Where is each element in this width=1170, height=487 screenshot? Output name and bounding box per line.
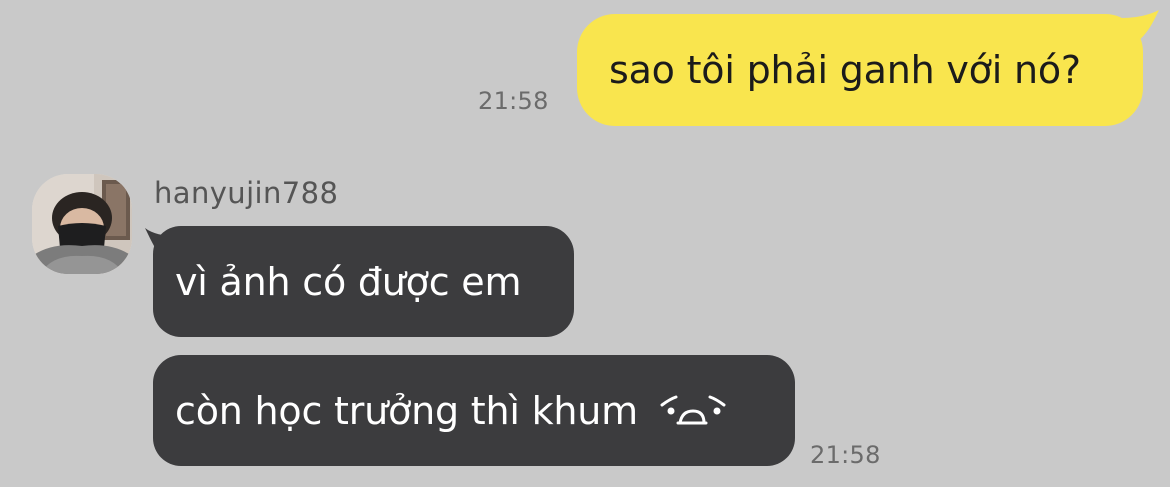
incoming-message-text-1: vì ảnh có được em [175, 259, 522, 304]
profile-photo-icon [32, 174, 132, 274]
outgoing-message-text: sao tôi phải ganh với nó? [609, 48, 1081, 92]
sender-name[interactable]: hanyujin788 [154, 176, 338, 210]
incoming-message-time: 21:58 [810, 441, 881, 469]
sad-face-emoticon-icon [660, 395, 726, 424]
sender-avatar[interactable] [32, 174, 132, 274]
incoming-message-text-2: còn học trưởng thì khum [175, 388, 638, 433]
incoming-message-bubble-2[interactable]: còn học trưởng thì khum [153, 355, 795, 466]
outgoing-message-bubble[interactable]: sao tôi phải ganh với nó? [577, 14, 1143, 126]
incoming-message-bubble-1[interactable]: vì ảnh có được em [153, 226, 574, 337]
outgoing-message-time: 21:58 [478, 87, 549, 115]
